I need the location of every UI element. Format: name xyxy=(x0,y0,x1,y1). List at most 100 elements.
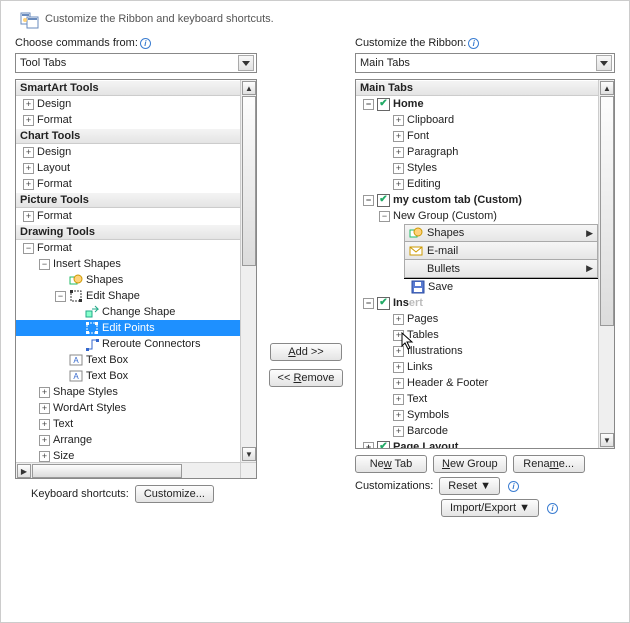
tree-item[interactable]: +WordArt Styles xyxy=(16,400,240,416)
reset-button[interactable]: Reset ▼ xyxy=(439,477,500,495)
info-icon[interactable]: i xyxy=(140,38,151,49)
collapse-icon[interactable]: − xyxy=(363,298,374,309)
tree-item[interactable]: − Edit Shape xyxy=(16,288,240,304)
tree-item[interactable]: +Shape Styles xyxy=(16,384,240,400)
tree-item[interactable]: Change Shape xyxy=(16,304,240,320)
tree-item[interactable]: +Design xyxy=(16,96,240,112)
tree-item[interactable]: Save xyxy=(404,279,598,295)
scroll-thumb[interactable] xyxy=(600,96,614,326)
tree-item[interactable]: +✔Page Layout xyxy=(356,439,598,448)
add-button[interactable]: Add >> xyxy=(270,343,342,361)
expand-icon[interactable]: + xyxy=(39,419,50,430)
expand-icon[interactable]: + xyxy=(393,362,404,373)
horizontal-scrollbar[interactable]: ◀ ▶ xyxy=(16,462,240,478)
new-group-button[interactable]: New Group xyxy=(433,455,507,473)
tree-item[interactable]: +Format xyxy=(16,112,240,128)
expand-icon[interactable]: + xyxy=(393,378,404,389)
commands-listbox[interactable]: SmartArt Tools +Design +Format Chart Too… xyxy=(15,79,257,479)
info-icon[interactable]: i xyxy=(508,481,519,492)
tree-item[interactable]: +Tables xyxy=(356,327,598,343)
collapse-icon[interactable]: − xyxy=(363,195,374,206)
vertical-scrollbar[interactable]: ▲ ▼ xyxy=(598,80,614,448)
tree-item-selected[interactable]: Edit Points xyxy=(16,320,240,336)
scroll-thumb[interactable] xyxy=(32,464,182,478)
tree-item[interactable]: +Arrange xyxy=(16,432,240,448)
expand-icon[interactable]: + xyxy=(363,442,374,449)
tree-item-home[interactable]: −✔Home xyxy=(356,96,598,112)
tree-item[interactable]: +Links xyxy=(356,359,598,375)
expand-icon[interactable]: + xyxy=(39,435,50,446)
expand-icon[interactable]: + xyxy=(393,147,404,158)
tree-item[interactable]: +Barcode xyxy=(356,423,598,439)
tree-item[interactable]: +Format xyxy=(16,176,240,192)
checkbox[interactable]: ✔ xyxy=(377,194,390,207)
checkbox[interactable]: ✔ xyxy=(377,441,390,449)
remove-button[interactable]: << Remove xyxy=(269,369,344,387)
expand-icon[interactable]: + xyxy=(23,179,34,190)
tree-item[interactable]: +Text xyxy=(16,416,240,432)
tree-item[interactable]: Shapes xyxy=(16,272,240,288)
tree-item[interactable]: +Text xyxy=(356,391,598,407)
scroll-right-button[interactable]: ▶ xyxy=(17,464,31,478)
tree-item[interactable]: +Header & Footer xyxy=(356,375,598,391)
customize-ribbon-combo[interactable]: Main Tabs xyxy=(355,53,615,73)
expand-icon[interactable]: + xyxy=(393,131,404,142)
tree-item-custom-tab[interactable]: −✔my custom tab (Custom) xyxy=(356,192,598,208)
expand-icon[interactable]: + xyxy=(393,163,404,174)
tree-item[interactable]: +Design xyxy=(16,144,240,160)
expand-icon[interactable]: + xyxy=(23,211,34,222)
import-export-button[interactable]: Import/Export ▼ xyxy=(441,499,539,517)
expand-icon[interactable]: + xyxy=(23,147,34,158)
collapse-icon[interactable]: − xyxy=(23,243,34,254)
scroll-down-button[interactable]: ▼ xyxy=(600,433,614,447)
flyout-item-email[interactable]: E-mail xyxy=(404,242,598,260)
expand-icon[interactable]: + xyxy=(393,314,404,325)
expand-icon[interactable]: + xyxy=(393,179,404,190)
tree-item-insert[interactable]: −✔Insert xyxy=(356,295,598,311)
expand-icon[interactable]: + xyxy=(393,426,404,437)
collapse-icon[interactable]: − xyxy=(363,99,374,110)
tree-item[interactable]: −Format xyxy=(16,240,240,256)
tree-item[interactable]: Reroute Connectors xyxy=(16,336,240,352)
tree-item[interactable]: +Paragraph xyxy=(356,144,598,160)
checkbox[interactable]: ✔ xyxy=(377,98,390,111)
tree-item[interactable]: −New Group (Custom) xyxy=(356,208,598,224)
customize-keyboard-button[interactable]: Customize... xyxy=(135,485,214,503)
expand-icon[interactable]: + xyxy=(393,394,404,405)
expand-icon[interactable]: + xyxy=(39,451,50,462)
tree-item[interactable]: +Font xyxy=(356,128,598,144)
expand-icon[interactable]: + xyxy=(23,99,34,110)
rename-button[interactable]: Rename... xyxy=(513,455,585,473)
collapse-icon[interactable]: − xyxy=(379,211,390,222)
expand-icon[interactable]: + xyxy=(393,410,404,421)
expand-icon[interactable]: + xyxy=(23,163,34,174)
checkbox[interactable]: ✔ xyxy=(377,297,390,310)
info-icon[interactable]: i xyxy=(547,503,558,514)
tree-item[interactable]: +Styles xyxy=(356,160,598,176)
tree-item[interactable]: +Format xyxy=(16,208,240,224)
scroll-down-button[interactable]: ▼ xyxy=(242,447,256,461)
info-icon[interactable]: i xyxy=(468,38,479,49)
flyout-item-bullets[interactable]: Bullets▶ xyxy=(404,260,598,278)
expand-icon[interactable]: + xyxy=(39,403,50,414)
flyout-item-shapes[interactable]: Shapes▶ xyxy=(404,224,598,242)
tree-item[interactable]: +Illustrations xyxy=(356,343,598,359)
choose-commands-combo[interactable]: Tool Tabs xyxy=(15,53,257,73)
vertical-scrollbar[interactable]: ▲ ▼ xyxy=(240,80,256,462)
tree-item[interactable]: A Text Box xyxy=(16,368,240,384)
collapse-icon[interactable]: − xyxy=(55,291,66,302)
ribbon-listbox[interactable]: Main Tabs −✔Home +Clipboard +Font +Parag… xyxy=(355,79,615,449)
chevron-down-icon[interactable] xyxy=(596,55,612,71)
tree-item[interactable]: +Clipboard xyxy=(356,112,598,128)
tree-item[interactable]: +Layout xyxy=(16,160,240,176)
scroll-up-button[interactable]: ▲ xyxy=(600,81,614,95)
tree-item[interactable]: +Symbols xyxy=(356,407,598,423)
expand-icon[interactable]: + xyxy=(23,115,34,126)
new-tab-button[interactable]: New Tab xyxy=(355,455,427,473)
tree-item[interactable]: +Pages xyxy=(356,311,598,327)
collapse-icon[interactable]: − xyxy=(39,259,50,270)
tree-item[interactable]: +Editing xyxy=(356,176,598,192)
tree-item[interactable]: +Size xyxy=(16,448,240,462)
tree-item[interactable]: −Insert Shapes xyxy=(16,256,240,272)
chevron-down-icon[interactable] xyxy=(238,55,254,71)
